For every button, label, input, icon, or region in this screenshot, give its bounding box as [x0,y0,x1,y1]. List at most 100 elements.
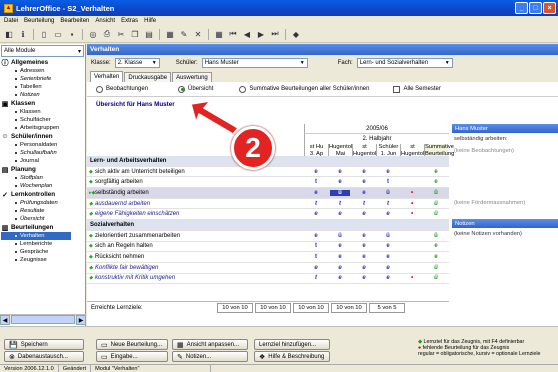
menu-datei[interactable]: Datei [4,18,18,24]
column-header[interactable]: Summative Beurteilung [424,144,454,157]
klasse-select[interactable]: 2. Klasse ▼ [114,58,160,68]
grade-mark[interactable]: ü [378,190,398,196]
tree-item[interactable]: Schullaufbahn [1,149,85,157]
tree-item[interactable]: Klassen [1,108,85,116]
grade-mark[interactable]: t [306,201,326,207]
grade-mark[interactable]: e [354,179,374,185]
grade-mark[interactable]: e [306,211,326,217]
help-icon[interactable]: ◆ [290,28,302,40]
grade-mark[interactable]: ü [426,211,446,217]
missing-grade-icon[interactable]: • [402,211,422,217]
tab-druckausgabe[interactable]: Druckausgabe [124,72,172,82]
copy-icon[interactable]: ❐ [129,28,141,40]
table-icon[interactable]: ▦ [164,28,176,40]
grade-mark[interactable]: t [378,179,398,185]
grade-mark[interactable]: ü [426,233,446,239]
tree-item[interactable]: Resultate [1,207,85,215]
grade-mark[interactable]: ü [426,201,446,207]
table-row[interactable]: ◆ ausdauernd arbeiten t t t t • ü [87,199,449,210]
table-row[interactable]: ◆ sorgfältig arbeiten t e e t e [87,177,449,189]
cut-icon[interactable]: ✂ [115,28,127,40]
grade-mark[interactable]: e [378,169,398,175]
tree-item[interactable]: Übersicht [1,215,85,223]
radio-summative[interactable]: Summative Beurteilungen aller Schüler/in… [239,85,369,93]
grade-mark[interactable]: ü [426,275,446,281]
grade-mark[interactable]: e [378,254,398,260]
radio-uebersicht[interactable]: Übersicht [178,85,213,93]
grade-mark[interactable]: e [426,169,446,175]
maximize-button[interactable]: □ [529,2,542,14]
delete-icon[interactable]: ✕ [192,28,204,40]
grade-mark[interactable]: e [354,211,374,217]
input-button[interactable]: ▭ Eingabe... [96,351,168,362]
menu-hilfe[interactable]: Hilfe [144,18,156,24]
close-button[interactable]: × [543,2,556,14]
grade-mark[interactable]: t [330,201,350,207]
grade-mark[interactable]: e [354,233,374,239]
add-goal-button[interactable]: Lernziel hinzufügen... [254,339,330,350]
alle-semester-checkbox[interactable]: Alle Semester [393,85,441,93]
minimize-button[interactable]: _ [515,2,528,14]
tree-item[interactable]: Journal [1,157,85,165]
print-preview-icon[interactable]: ◎ [87,28,99,40]
tab-auswertung[interactable]: Auswertung [172,72,212,82]
module-select[interactable]: Alle Module ▾ [1,45,84,57]
grade-mark[interactable]: e [378,265,398,271]
tree-category[interactable]: ⓘ Allgemeines [1,58,85,67]
next-record-icon[interactable]: ▶ [255,28,267,40]
table-row[interactable]: ◆ sich an Regeln halten t e e e e [87,242,449,253]
grade-mark[interactable]: e [354,169,374,175]
tree-category[interactable]: ✓ Lernkontrollen [1,190,85,199]
info-icon[interactable]: ℹ [17,28,29,40]
scroll-left-icon[interactable]: ◀ [0,315,10,325]
table-row[interactable]: ◆ sich aktiv am Unterricht beteiligen e e e e… [87,167,449,178]
grade-mark[interactable]: e [330,169,350,175]
column-header[interactable]: st Hugentol1. Jun [352,144,376,164]
column-header[interactable]: st Hu 3. Ap [304,144,328,157]
edit-icon[interactable]: ✎ [178,28,190,40]
radio-beobachtungen[interactable]: Beobachtungen [96,85,148,93]
first-record-icon[interactable]: ⏮ [227,28,239,40]
tree-item[interactable]: Stoffplan [1,174,85,182]
tree-item[interactable]: Gespräche [1,248,85,256]
tree-category[interactable]: ☺ Schüler/innen [1,132,85,141]
grade-mark[interactable]: e [306,190,326,196]
column-header[interactable]: Hugentol Mai [328,144,352,157]
tree-item[interactable]: Tabellen [1,83,85,91]
tree-category[interactable]: ▥ Beurteilungen [1,223,85,232]
new-file-icon[interactable]: ▯ [38,28,50,40]
tree-item[interactable]: Verhalten [1,232,71,240]
tree-item[interactable]: Lernberichte [1,240,85,248]
fach-select[interactable]: Lern- und Sozialverhalten ▼ [356,58,453,68]
tree-item[interactable]: Adressen [1,67,85,75]
tree-item[interactable]: Personaldaten [1,141,85,149]
grade-mark[interactable]: e [330,254,350,260]
paste-icon[interactable]: ▤ [143,28,155,40]
grade-mark[interactable]: e [330,211,350,217]
column-header[interactable]: st Hugentol2. Jun [400,144,424,164]
horizontal-scrollbar[interactable]: ◀ ▶ [0,314,86,325]
tree-item[interactable]: Wochenplan [1,182,85,190]
tab-verhalten[interactable]: Verhalten [90,71,124,82]
grade-mark[interactable]: e [330,243,350,249]
tree-item[interactable]: Serienbriefe [1,75,85,83]
grade-mark[interactable]: ü [426,265,446,271]
tree-item[interactable]: Arbeitsgruppen [1,124,85,132]
grade-mark[interactable]: e [354,254,374,260]
tree-item[interactable]: Notizen [1,91,85,99]
menu-bearbeiten[interactable]: Bearbeiten [60,18,89,24]
table-row[interactable]: ◆ zielorientiert zusammenarbeiten e ü e ü ü [87,231,449,242]
grade-mark[interactable]: e [378,211,398,217]
scroll-right-icon[interactable]: ▶ [76,315,86,325]
column-header[interactable]: Schüler 1. Jun [376,144,400,157]
table-row[interactable]: ◆ Rücksicht nehmen t e e e e [87,252,449,263]
missing-grade-icon[interactable]: • [402,190,422,196]
save-button[interactable]: 💾 Speichern [4,339,84,350]
grade-mark[interactable]: e [426,179,446,185]
grade-mark[interactable]: t [306,254,326,260]
previous-record-icon[interactable]: ◀ [241,28,253,40]
grade-mark[interactable]: e [354,190,374,196]
tree-category[interactable]: ▤ Planung [1,165,85,174]
grade-mark[interactable]: e [330,275,350,281]
new-assessment-button[interactable]: ▭ Neue Beurteilung... [96,339,168,350]
